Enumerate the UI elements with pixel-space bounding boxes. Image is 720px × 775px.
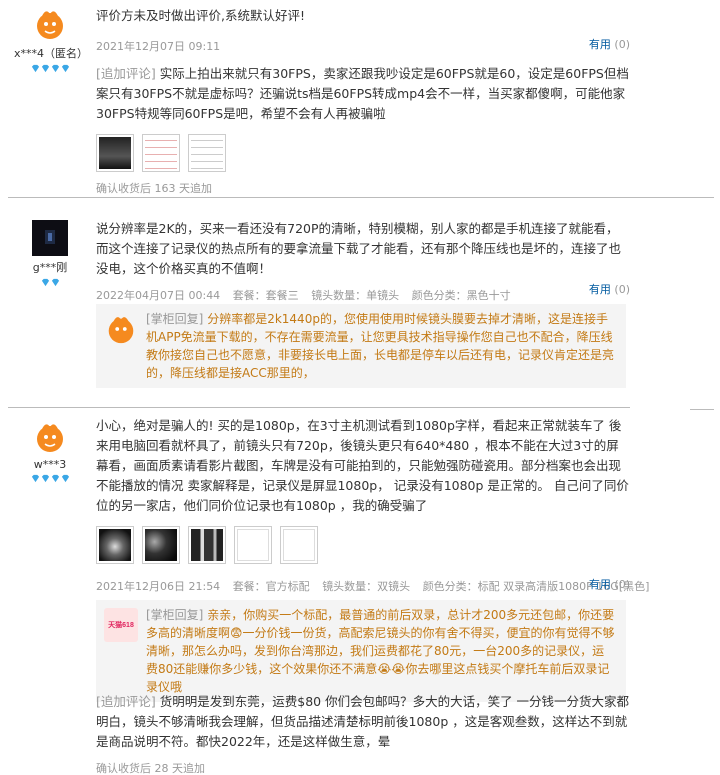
meta-color: 颜色分类：黑色十寸 bbox=[411, 289, 511, 302]
append-after: 确认收货后 163 天追加 bbox=[96, 182, 212, 195]
diamond-icon bbox=[51, 64, 59, 73]
photo-thumbnail[interactable] bbox=[142, 526, 180, 564]
diamond-icon bbox=[41, 474, 49, 483]
review-user-block: g***刚 bbox=[14, 220, 86, 287]
diamond-icon bbox=[31, 474, 39, 483]
reply-text: 亲亲，你购买一个标配，最普通的前后双录，总计才200多元还包邮，你还要多高的清晰… bbox=[146, 608, 615, 694]
user-avatar-icon bbox=[32, 220, 68, 256]
useful-count: (0) bbox=[614, 578, 630, 591]
user-level-gems bbox=[14, 278, 86, 287]
photo-thumbnail[interactable] bbox=[96, 526, 134, 564]
review-divider-stub bbox=[690, 409, 714, 410]
diamond-icon bbox=[51, 474, 59, 483]
user-name: x***4（匿名） bbox=[14, 47, 89, 60]
review-photos bbox=[96, 526, 630, 564]
useful-button[interactable]: 有用 (0) bbox=[589, 36, 630, 52]
review-user-block: x***4（匿名） bbox=[14, 6, 89, 73]
photo-thumbnail[interactable] bbox=[188, 526, 226, 564]
seller-reply: [掌柜回复] 分辨率都是2k1440p的，您使用使用时候镜头膜要去掉才清晰，这是… bbox=[96, 304, 626, 388]
append-text: 货明明是发到东莞，运费$80 你们会包邮吗？多大的大话，笑了 一分钱一分货大家都… bbox=[96, 694, 630, 749]
photo-thumbnail[interactable] bbox=[280, 526, 318, 564]
useful-count: (0) bbox=[614, 38, 630, 51]
review-meta: 2022年04月07日 00:44 套餐：套餐三 镜头数量：单镜头 颜色分类：黑… bbox=[96, 287, 630, 303]
user-avatar-icon bbox=[32, 419, 68, 455]
useful-button[interactable]: 有用 (0) bbox=[589, 576, 630, 592]
append-tag: [追加评论] bbox=[96, 694, 156, 709]
review-date: 2021年12月06日 21:54 bbox=[96, 580, 221, 593]
useful-button[interactable]: 有用 (0) bbox=[589, 281, 630, 297]
review-user-block: w***3 bbox=[14, 419, 86, 483]
reply-text: 分辨率都是2k1440p的，您使用使用时候镜头膜要去掉才清晰，这是连接手机APP… bbox=[146, 312, 615, 380]
reply-tag: [掌柜回复] bbox=[146, 312, 204, 326]
meta-lens: 镜头数量：单镜头 bbox=[311, 289, 400, 302]
review-meta: 2021年12月06日 21:54 套餐：官方标配 镜头数量：双镜头 颜色分类：… bbox=[96, 578, 649, 594]
diamond-icon bbox=[31, 64, 39, 73]
meta-package: 套餐：官方标配 bbox=[232, 580, 310, 593]
review-divider bbox=[8, 197, 714, 198]
photo-thumbnail[interactable] bbox=[188, 134, 226, 172]
useful-count: (0) bbox=[614, 283, 630, 296]
user-level-gems bbox=[14, 64, 86, 73]
user-avatar-icon bbox=[32, 6, 68, 42]
append-after: 确认收货后 28 天追加 bbox=[96, 762, 205, 775]
seller-avatar-icon bbox=[104, 312, 138, 346]
append-comment: [追加评论] 实际上拍出来就只有30FPS，卖家还跟我吵设定是60FPS就是60… bbox=[96, 64, 630, 124]
diamond-icon bbox=[41, 278, 49, 287]
reply-tag: [掌柜回复] bbox=[146, 608, 204, 622]
diamond-icon bbox=[61, 64, 69, 73]
diamond-icon bbox=[51, 278, 59, 287]
append-comment: [追加评论] 货明明是发到东莞，运费$80 你们会包邮吗？多大的大话，笑了 一分… bbox=[96, 692, 630, 752]
user-name: g***刚 bbox=[32, 261, 68, 274]
meta-package: 套餐：套餐三 bbox=[232, 289, 299, 302]
review-text: 评价方未及时做出评价,系统默认好评! bbox=[96, 8, 305, 23]
review-text: 说分辨率是2K的，买来一看还没有720P的清晰，特别模糊，别人家的都是手机连接了… bbox=[96, 221, 622, 276]
append-photos bbox=[96, 134, 630, 172]
append-text: 实际上拍出来就只有30FPS，卖家还跟我吵设定是60FPS就是60，设定是60F… bbox=[96, 66, 629, 121]
review-date: 2022年04月07日 00:44 bbox=[96, 289, 221, 302]
photo-thumbnail[interactable] bbox=[142, 134, 180, 172]
user-level-gems bbox=[14, 474, 86, 483]
review-date: 2021年12月07日 09:11 bbox=[96, 40, 221, 53]
review-text: 小心，绝对是骗人的! 买的是1080p，在3寸主机测试看到1080p字样，看起来… bbox=[96, 418, 629, 513]
photo-thumbnail[interactable] bbox=[96, 134, 134, 172]
meta-lens: 镜头数量：双镜头 bbox=[322, 580, 411, 593]
photo-thumbnail[interactable] bbox=[234, 526, 272, 564]
review-divider bbox=[8, 407, 630, 408]
seller-reply: 天猫618 [掌柜回复] 亲亲，你购买一个标配，最普通的前后双录，总计才200多… bbox=[96, 600, 626, 702]
tmall-618-badge-icon: 天猫618 bbox=[104, 608, 138, 642]
append-tag: [追加评论] bbox=[96, 66, 156, 81]
diamond-icon bbox=[61, 474, 69, 483]
user-name: w***3 bbox=[33, 458, 67, 471]
diamond-icon bbox=[41, 64, 49, 73]
